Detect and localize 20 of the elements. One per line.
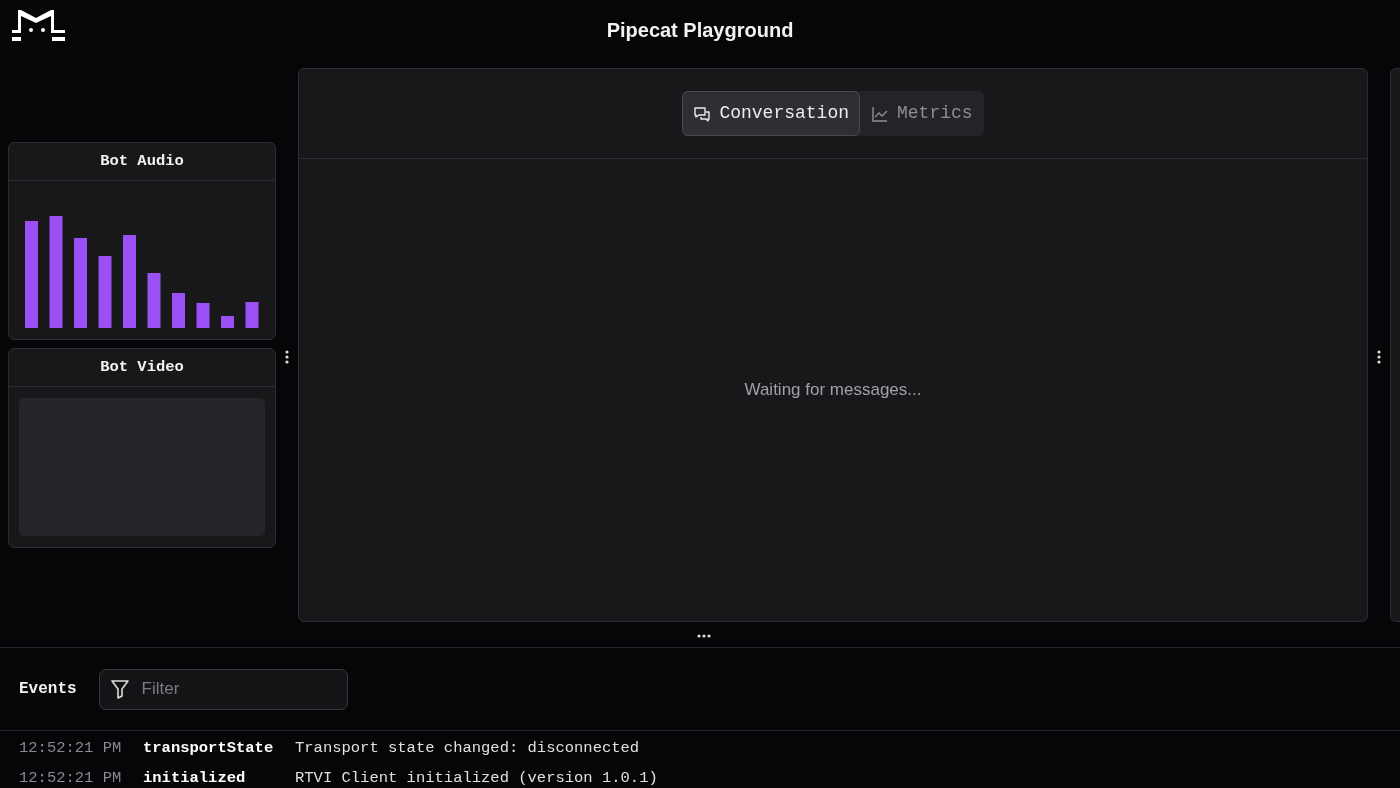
line-chart-icon (871, 104, 889, 123)
resize-handle-icon[interactable] (697, 634, 711, 638)
resize-handle-icon[interactable] (285, 349, 289, 364)
event-type: transportState (143, 738, 275, 760)
logo-icon (12, 10, 68, 42)
resize-handle-icon[interactable] (1377, 349, 1381, 364)
panel-title: Bot Audio (9, 143, 275, 181)
event-message: Transport state changed: disconnected (295, 738, 640, 760)
tab[interactable]: Metrics (860, 91, 984, 136)
filter-field[interactable]: Filter (98, 668, 348, 710)
app-title: Pipecat Playground (606, 18, 794, 43)
event-time: 12:52:21 PM (19, 768, 123, 788)
events-title: Events (19, 679, 77, 700)
empty-message: Waiting for messages... (744, 379, 922, 402)
chat-icon (693, 104, 712, 123)
event-time: 12:52:21 PM (19, 738, 123, 760)
event-type: initialized (143, 768, 247, 788)
panel-title: Bot Video (9, 349, 275, 387)
tab[interactable]: Conversation (682, 91, 860, 136)
event-message: RTVI Client initialized (version 1.0.1) (295, 768, 658, 788)
